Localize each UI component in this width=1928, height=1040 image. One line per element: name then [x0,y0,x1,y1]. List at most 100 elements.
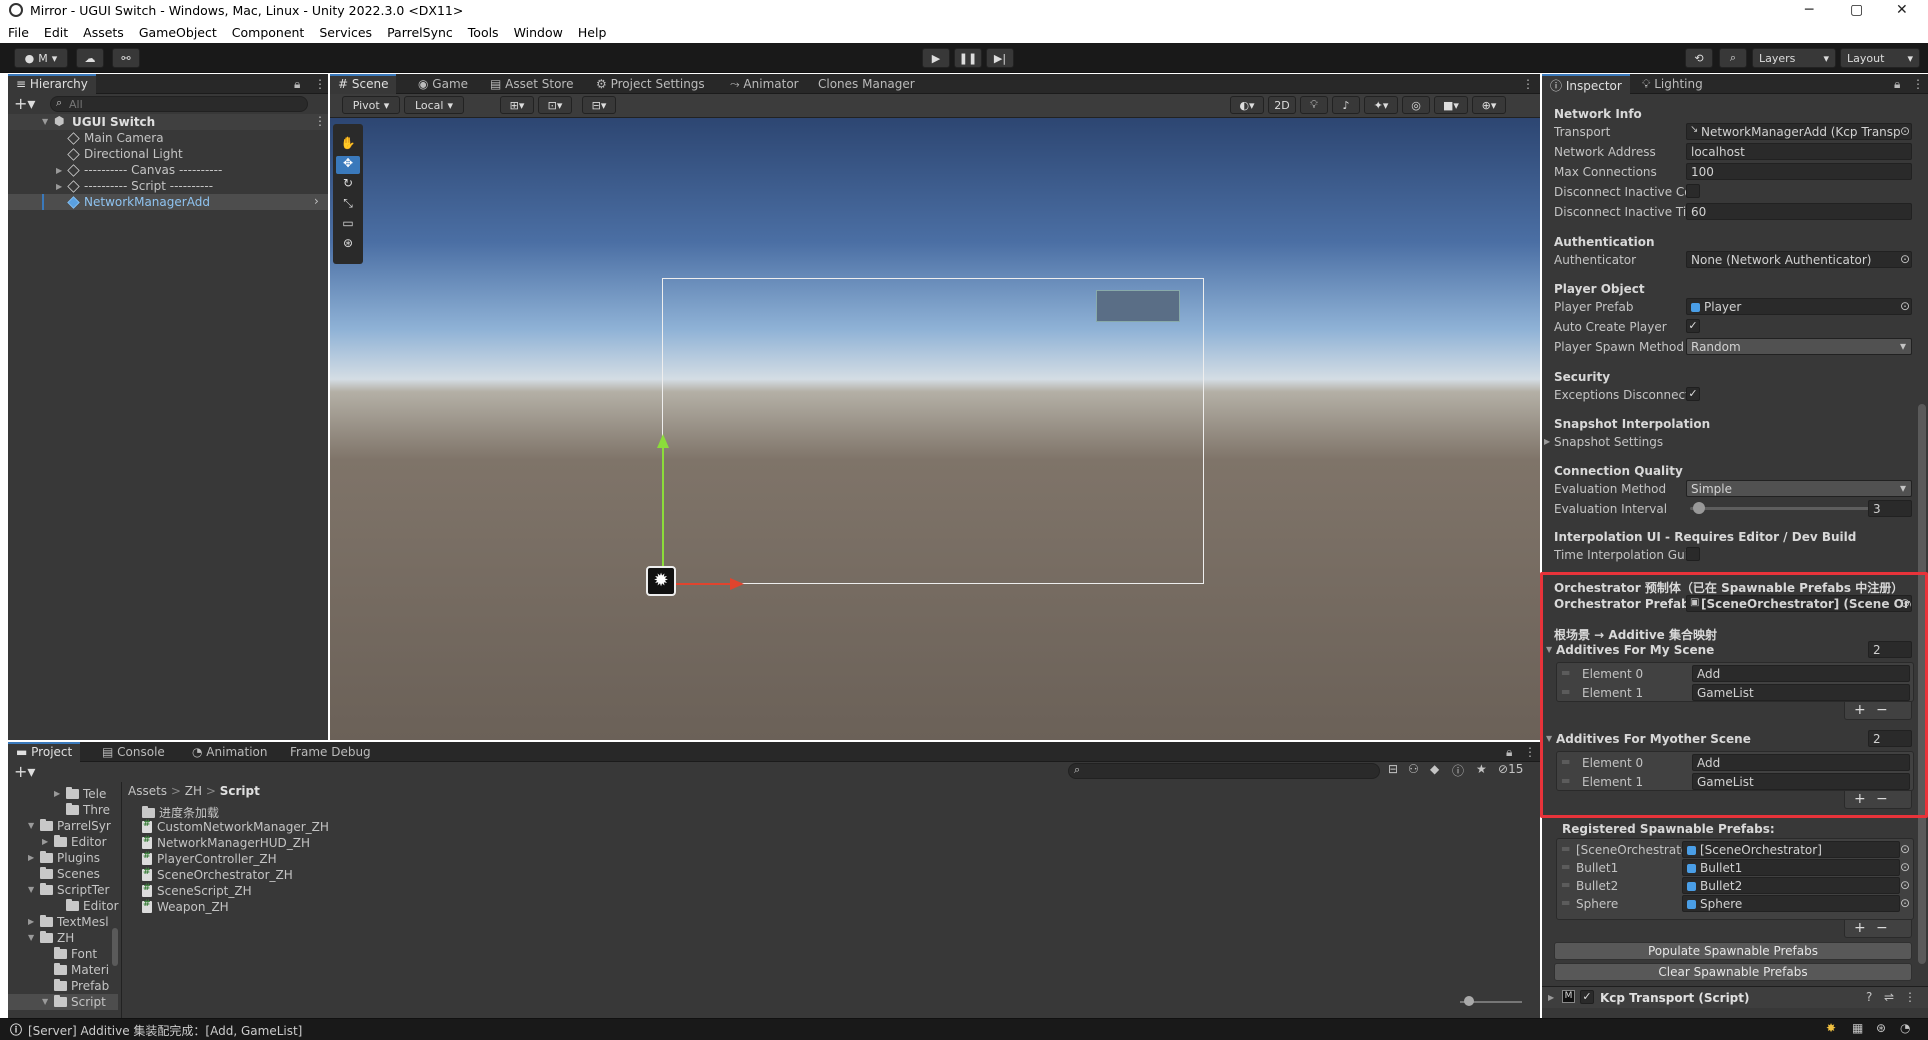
disconnect-inactive-checkbox[interactable] [1686,184,1700,198]
file-item[interactable]: PlayerController_ZH [142,851,277,868]
more-icon[interactable]: ⋮ [314,114,326,128]
additives-myother-scene-count[interactable]: 2 [1868,730,1912,747]
tab-hierarchy[interactable]: ≡ Hierarchy [8,74,96,94]
additives-my-scene-count[interactable]: 2 [1868,641,1912,658]
more-icon[interactable]: ⋮ [1524,745,1536,759]
y-axis-arrow[interactable] [662,444,664,584]
more-icon[interactable]: ⋮ [1904,990,1916,1004]
object-picker-icon[interactable]: ⊙ [1900,299,1910,313]
effects-button[interactable]: ✦▾ [1364,96,1398,114]
drag-handle-icon[interactable]: ═ [1562,878,1569,892]
menu-assets[interactable]: Assets [75,22,131,40]
menu-edit[interactable]: Edit [36,22,75,40]
pivot-dropdown[interactable]: Pivot ▾ [342,96,400,114]
expand-arrow-icon[interactable]: ▶ [1548,993,1554,1002]
time-interpolation-gui-checkbox[interactable] [1686,547,1700,561]
tab-scene[interactable]: # Scene [330,74,397,94]
tab-lighting[interactable]: 💡︎ Lighting [1634,74,1711,94]
hierarchy-item-canvas[interactable]: ▶ ---------- Canvas ---------- [8,162,328,178]
camera-button[interactable]: ■▾ [1434,96,1468,114]
tab-console[interactable]: ▤ Console [94,742,173,762]
file-item[interactable]: SceneOrchestrator_ZH [142,867,293,884]
tab-frame-debug[interactable]: Frame Debug [282,742,379,762]
file-item[interactable]: 进度条加载 [142,804,219,820]
snap-increment-button[interactable]: ⊡▾ [538,96,572,114]
slider-handle[interactable] [1693,502,1705,514]
hidden-packages-icon[interactable]: ⊘15 [1498,762,1523,776]
snapshot-settings-foldout[interactable]: Snapshot Settings [1554,435,1663,449]
file-item[interactable]: CustomNetworkManager_ZH [142,819,329,836]
grid-snap-button[interactable]: ⊞▾ [500,96,534,114]
add-element-icon[interactable]: + [1854,702,1866,718]
drag-handle-icon[interactable]: ═ [1562,860,1569,874]
menu-window[interactable]: Window [506,22,570,40]
drag-handle-icon[interactable]: ═ [1562,896,1569,910]
menu-help[interactable]: Help [570,22,614,40]
warning-filter-icon[interactable]: ⓘ [1452,762,1464,779]
prefab-ref-field[interactable]: Bullet1 [1682,859,1900,876]
layers-dropdown[interactable]: Layers ▾ [1752,48,1836,68]
tab-clones-manager[interactable]: Clones Manager [810,74,923,94]
additives-my-scene-foldout[interactable]: Additives For My Scene [1556,643,1714,657]
exceptions-disconnect-checkbox[interactable]: ✓ [1686,387,1700,401]
drag-handle-icon[interactable]: ═ [1562,685,1569,699]
close-icon[interactable]: ✕ [1896,2,1908,18]
favorite-icon[interactable]: ★ [1476,762,1487,776]
expand-arrow-icon[interactable]: ▶ [56,182,62,191]
drag-handle-icon[interactable]: ═ [1562,774,1569,788]
prefab-ref-field[interactable]: [SceneOrchestrator] [1682,841,1900,858]
menu-services[interactable]: Services [311,22,379,40]
hierarchy-item-script[interactable]: ▶ ---------- Script ---------- [8,178,328,194]
ruler-button[interactable]: ⊟▾ [582,96,616,114]
hand-tool-icon[interactable]: ✋ [336,136,360,154]
cache-icon[interactable]: ▦ [1852,1021,1863,1035]
rect-tool-icon[interactable]: ▭ [336,216,360,234]
breadcrumb-script[interactable]: Script [220,784,260,798]
evaluation-interval-input[interactable]: 3 [1868,500,1912,517]
expand-arrow-icon[interactable]: ▼ [1546,645,1552,654]
kcp-transport-component-header[interactable]: ▶ M ✓ Kcp Transport (Script) ? ⇌ ⋮ [1542,986,1928,1008]
hierarchy-search-input[interactable]: All [50,96,308,112]
create-button[interactable]: +▾ [14,762,35,781]
scene-row[interactable]: ▼ ⬢ UGUI Switch ⋮ [8,114,328,130]
help-icon[interactable]: ? [1866,990,1872,1004]
visibility-toggle[interactable]: ◎ [1402,96,1430,114]
notifications-icon[interactable]: ◔ [1900,1021,1910,1035]
play-button[interactable]: ▶ [922,48,950,68]
object-picker-icon[interactable]: ⊙ [1900,896,1910,910]
tab-project[interactable]: ▬ Project [8,742,81,762]
authenticator-field[interactable]: None (Network Authenticator) [1686,251,1912,268]
player-prefab-field[interactable]: Player [1686,298,1912,315]
step-button[interactable]: ▶| [986,48,1014,68]
more-icon[interactable]: ⋮ [314,77,326,91]
transform-tool-icon[interactable]: ⊛ [336,236,360,254]
tab-game[interactable]: ◉ Game [410,74,476,94]
scene-viewport[interactable]: ✹ [330,118,1540,740]
prefab-ref-field[interactable]: Bullet2 [1682,877,1900,894]
file-item[interactable]: NetworkManagerHUD_ZH [142,835,310,852]
lock-icon[interactable]: 🔒︎ [1894,77,1900,92]
chevron-right-icon[interactable]: › [314,194,319,208]
lighting-toggle[interactable]: 💡︎ [1300,96,1328,114]
menu-tools[interactable]: Tools [460,22,506,40]
file-item[interactable]: Weapon_ZH [142,899,229,916]
account-button[interactable]: ● M ▾ [14,48,68,68]
additives-myother-scene-foldout[interactable]: Additives For Myother Scene [1556,732,1751,746]
populate-spawnable-prefabs-button[interactable]: Populate Spawnable Prefabs [1554,942,1912,960]
lock-icon[interactable]: 🔒︎ [1506,745,1512,760]
player-spawn-method-dropdown[interactable]: Random [1686,338,1912,355]
hierarchy-item-main-camera[interactable]: Main Camera [8,130,328,146]
history-button[interactable]: ⟲ [1685,48,1713,68]
scale-tool-icon[interactable]: ⤡ [336,196,360,214]
list-item-input[interactable]: GameList [1692,773,1910,790]
drag-handle-icon[interactable]: ═ [1562,842,1569,856]
more-icon[interactable]: ⋮ [1522,77,1534,91]
expand-arrow-icon[interactable]: ▶ [56,166,62,175]
breadcrumb-assets[interactable]: Assets [128,784,167,798]
add-element-icon[interactable]: + [1854,920,1866,936]
expand-arrow-icon[interactable]: ▼ [42,117,48,126]
menu-gameobject[interactable]: GameObject [131,22,224,40]
object-picker-icon[interactable]: ⊙ [1900,252,1910,266]
list-item-input[interactable]: GameList [1692,684,1910,701]
evaluation-method-dropdown[interactable]: Simple [1686,480,1912,497]
